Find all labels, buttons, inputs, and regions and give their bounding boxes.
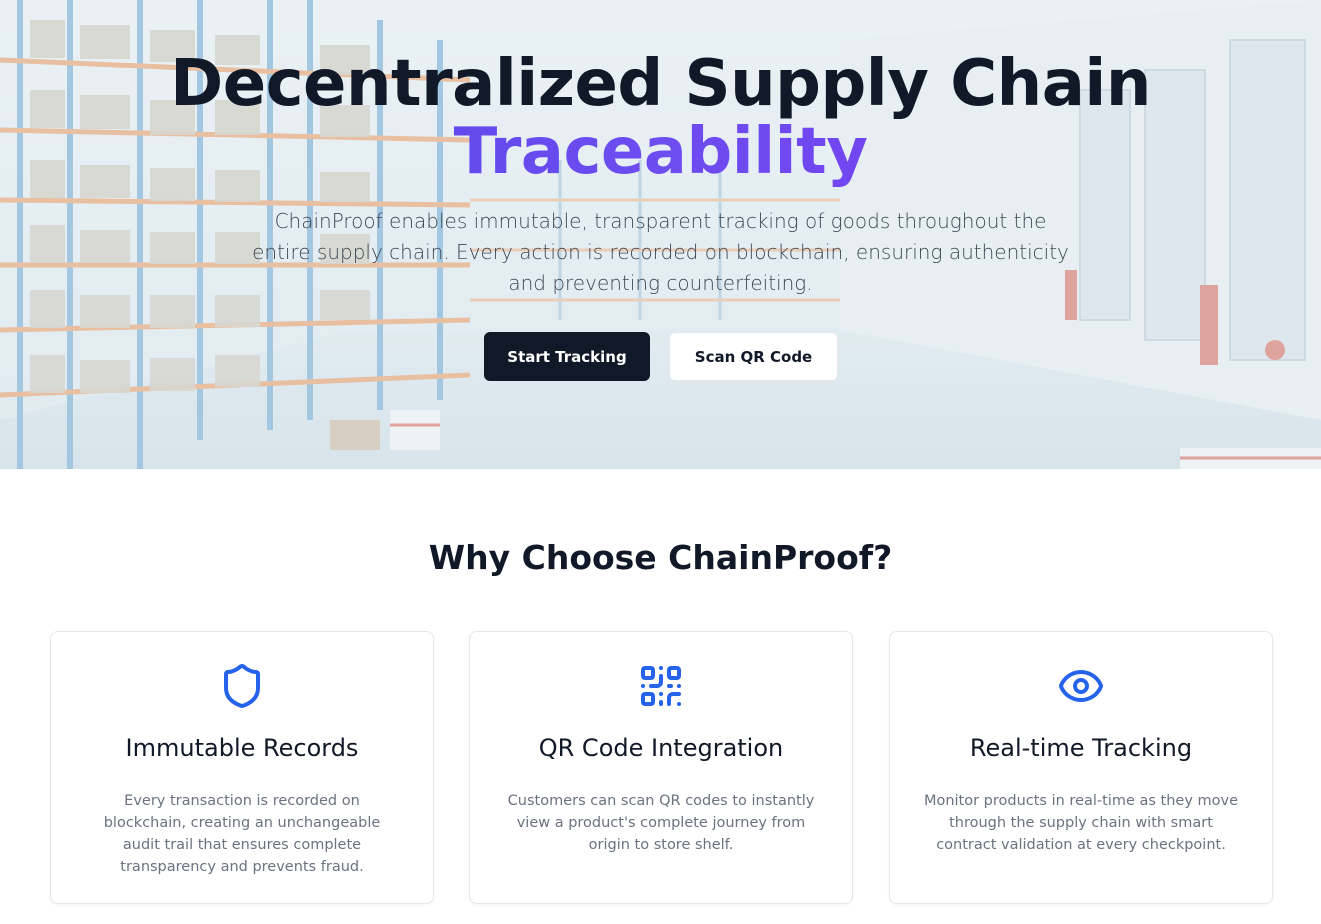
eye-icon: [1059, 669, 1103, 703]
feature-title: Real-time Tracking: [969, 734, 1193, 762]
feature-description: Monitor products in real-time as they mo…: [923, 793, 1239, 853]
feature-card-qr-code-integration: QR Code Integration Customers can scan Q…: [469, 631, 853, 904]
hero-content: Decentralized Supply Chain Traceability …: [0, 0, 1321, 469]
scan-qr-code-button[interactable]: Scan QR Code: [669, 332, 838, 381]
start-tracking-button[interactable]: Start Tracking: [484, 332, 650, 381]
feature-title: QR Code Integration: [538, 734, 784, 762]
feature-description: Every transaction is recorded on blockch…: [103, 793, 381, 875]
feature-description: Customers can scan QR codes to instantly…: [507, 793, 815, 853]
feature-card-real-time-tracking: Real-time Tracking Monitor products in r…: [889, 631, 1273, 904]
hero-section: Decentralized Supply Chain Traceability …: [0, 0, 1321, 469]
qr-code-icon: [641, 666, 681, 707]
shield-icon: [224, 664, 260, 709]
features-section-title: Why Choose ChainProof?: [428, 538, 893, 577]
feature-title: Immutable Records: [125, 734, 359, 762]
hero-title-highlight: Traceability: [0, 112, 1321, 192]
hero-description: ChainProof enables immutable, transparen…: [252, 209, 1069, 295]
feature-card-immutable-records: Immutable Records Every transaction is r…: [50, 631, 434, 904]
